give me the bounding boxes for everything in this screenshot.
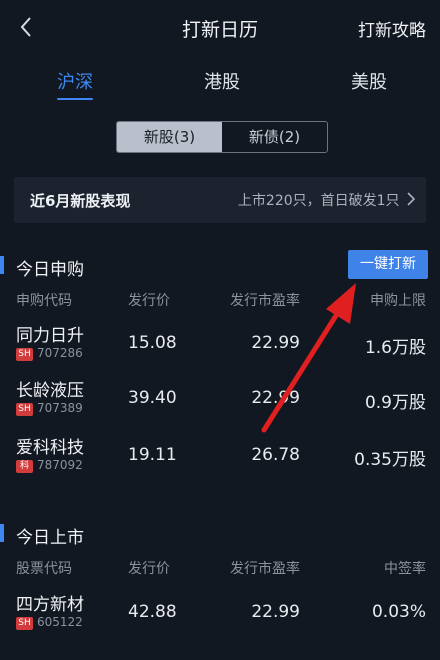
subscribe-limit: 0.35万股 (354, 450, 426, 470)
stock-code: 707286 (37, 346, 83, 360)
column-header-limit: 申购上限 (370, 293, 426, 309)
issue-pe: 22.99 (251, 602, 300, 622)
issue-pe: 26.78 (251, 445, 300, 465)
segment-new-bonds[interactable]: 新债(2) (222, 122, 327, 152)
issue-price: 42.88 (128, 602, 177, 622)
section-accent-bar (0, 524, 4, 542)
tab-us[interactable]: 美股 (329, 68, 409, 94)
column-header-rate: 中签率 (384, 561, 426, 577)
product-type-switch: 新股(3) 新债(2) (116, 121, 328, 153)
section-accent-bar (0, 256, 4, 274)
issue-pe: 22.99 (251, 388, 300, 408)
tab-hong-kong[interactable]: 港股 (182, 68, 262, 94)
performance-summary-bar[interactable]: 近6月新股表现 上市220只，首日破发1只 (14, 177, 426, 223)
table-row[interactable]: 爱科科技 科 787092 19.11 26.78 0.35万股 (0, 433, 440, 489)
issue-price: 39.40 (128, 388, 177, 408)
stock-name: 爱科科技 (16, 438, 84, 458)
market-tabs: 沪深 港股 美股 (0, 64, 440, 100)
market-badge: SH (16, 348, 33, 361)
column-header-code: 申购代码 (16, 293, 72, 309)
market-badge: 科 (16, 460, 33, 473)
column-header-pe: 发行市盈率 (230, 293, 300, 309)
table-row[interactable]: 同力日升 SH 707286 15.08 22.99 1.6万股 (0, 321, 440, 377)
stock-name: 同力日升 (16, 326, 84, 346)
tab-shanghai-shenzhen[interactable]: 沪深 (35, 68, 115, 100)
stock-code: 707389 (37, 401, 83, 415)
allotment-rate: 0.03% (371, 602, 426, 622)
stock-name: 四方新材 (16, 595, 84, 615)
section-title-subscribe: 今日申购 (16, 260, 84, 280)
column-header-price: 发行价 (128, 293, 170, 309)
strategy-link[interactable]: 打新攻略 (358, 16, 426, 41)
stock-code: 787092 (37, 458, 83, 472)
table-row[interactable]: 长龄液压 SH 707389 39.40 22.99 0.9万股 (0, 376, 440, 432)
column-header-pe: 发行市盈率 (230, 561, 300, 577)
one-key-subscribe-button[interactable]: 一键打新 (348, 250, 428, 279)
chevron-right-icon (407, 192, 416, 206)
segment-new-stocks[interactable]: 新股(3) (117, 122, 222, 152)
top-bar: 打新日历 打新攻略 (0, 0, 440, 56)
section-title-listing: 今日上市 (16, 528, 84, 548)
performance-summary: 上市220只，首日破发1只 (238, 190, 416, 210)
market-badge: SH (16, 617, 33, 630)
subscribe-limit: 0.9万股 (364, 393, 426, 413)
performance-summary-text: 上市220只，首日破发1只 (237, 193, 400, 209)
column-header-price: 发行价 (128, 561, 170, 577)
column-header-code: 股票代码 (16, 561, 72, 577)
stock-code: 605122 (37, 615, 83, 629)
performance-label: 近6月新股表现 (30, 192, 131, 210)
issue-pe: 22.99 (251, 333, 300, 353)
table-row[interactable]: 四方新材 SH 605122 42.88 22.99 0.03% (0, 590, 440, 646)
stock-name: 长龄液压 (16, 381, 84, 401)
market-badge: SH (16, 403, 33, 416)
issue-price: 15.08 (128, 333, 177, 353)
issue-price: 19.11 (128, 445, 177, 465)
subscribe-limit: 1.6万股 (364, 338, 426, 358)
